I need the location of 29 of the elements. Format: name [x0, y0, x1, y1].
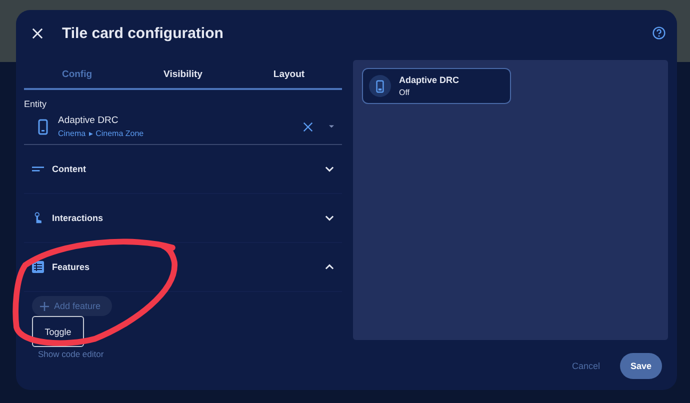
section-header[interactable]: Features	[24, 243, 342, 292]
tile-name: Adaptive DRC	[399, 75, 460, 85]
save-button[interactable]: Save	[620, 353, 662, 379]
plus-icon	[40, 302, 49, 310]
section-title: Interactions	[52, 213, 104, 223]
section-title: Features	[52, 262, 90, 272]
close-icon[interactable]	[32, 28, 43, 38]
entity-label: Entity	[24, 99, 48, 109]
help-icon[interactable]	[652, 26, 666, 40]
tab[interactable]: Config	[24, 60, 130, 88]
entity-picker[interactable]: Adaptive DRC Cinema Cinema Zone	[24, 109, 342, 145]
section-header[interactable]: Interactions	[24, 194, 342, 243]
section-header[interactable]: Content	[24, 145, 342, 194]
dialog-title: Tile card configuration	[62, 24, 224, 42]
dropdown-icon[interactable]	[329, 125, 334, 128]
section-title: Content	[52, 164, 86, 174]
show-code-editor-link[interactable]: Show code editor	[38, 349, 104, 359]
tab[interactable]: Layout	[236, 60, 342, 88]
clear-icon[interactable]	[303, 122, 313, 132]
zone-name: Cinema Zone	[96, 129, 144, 138]
area-name: Cinema	[58, 129, 86, 138]
phone-icon	[369, 75, 391, 97]
phone-icon	[38, 118, 48, 134]
tab[interactable]: Visibility	[130, 60, 236, 88]
entity-name: Adaptive DRC	[58, 115, 120, 126]
tile-state: Off	[399, 88, 411, 97]
caret-icon	[88, 132, 93, 136]
list-icon	[32, 261, 44, 273]
tile-card[interactable]: Adaptive DRC Off	[362, 68, 511, 104]
